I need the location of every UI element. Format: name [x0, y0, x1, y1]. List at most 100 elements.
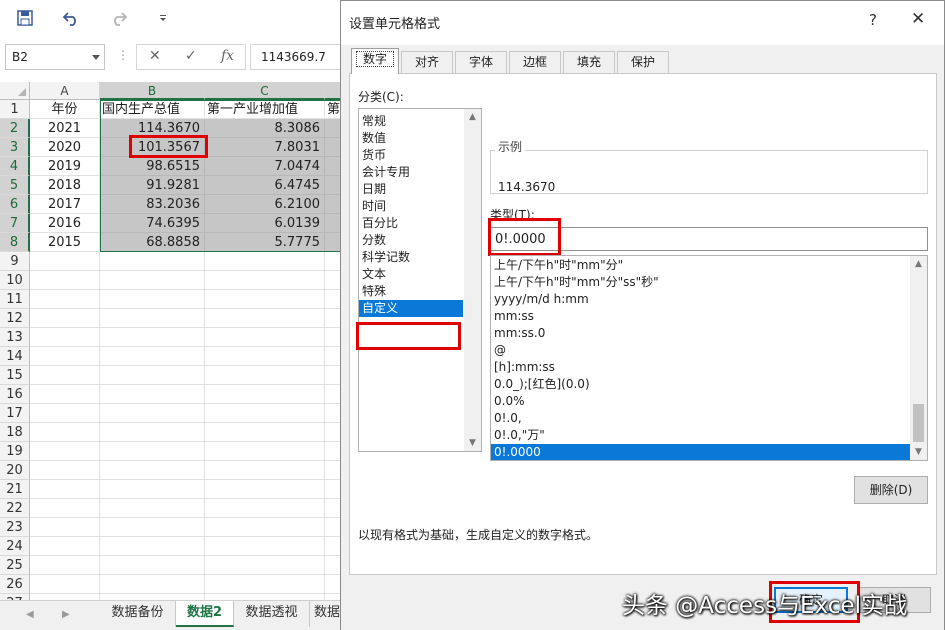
category-scrollbar[interactable]: ▲ ▼ — [464, 109, 481, 451]
row-header[interactable]: 4 — [0, 157, 30, 176]
format-item[interactable]: 0!.0, — [491, 410, 910, 427]
cell[interactable]: 7.8031 — [205, 138, 325, 157]
format-item[interactable]: [h]:mm:ss — [491, 359, 910, 376]
cell[interactable] — [100, 556, 205, 575]
column-header-b[interactable]: B — [100, 82, 205, 100]
row-header[interactable]: 6 — [0, 195, 30, 214]
type-input[interactable] — [490, 227, 928, 251]
cell[interactable] — [100, 461, 205, 480]
row-header[interactable]: 3 — [0, 138, 30, 157]
category-item[interactable]: 常规 — [359, 113, 463, 130]
tab-border[interactable]: 边框 — [509, 51, 561, 73]
cell[interactable]: 2015 — [30, 233, 100, 252]
cell[interactable]: 第一产业增加值 — [205, 100, 325, 119]
row-header[interactable]: 12 — [0, 309, 30, 328]
cell[interactable] — [30, 442, 100, 461]
cell[interactable] — [100, 423, 205, 442]
row-header[interactable]: 26 — [0, 575, 30, 594]
chevron-down-icon[interactable] — [92, 55, 100, 60]
cell[interactable]: 国内生产总值 — [100, 100, 205, 119]
cell[interactable] — [205, 423, 325, 442]
row-header[interactable]: 9 — [0, 252, 30, 271]
category-item[interactable]: 会计专用 — [359, 164, 463, 181]
format-item[interactable]: 0!.0000 — [491, 444, 910, 460]
row-header[interactable]: 13 — [0, 328, 30, 347]
cell[interactable] — [100, 404, 205, 423]
tab-number[interactable]: 数字 — [351, 48, 399, 74]
row-header[interactable]: 8 — [0, 233, 30, 252]
cell[interactable] — [205, 499, 325, 518]
cell[interactable] — [100, 385, 205, 404]
tab-fill[interactable]: 填充 — [563, 51, 615, 73]
column-header-a[interactable]: A — [30, 82, 100, 100]
cell[interactable]: 年份 — [30, 100, 100, 119]
row-header[interactable]: 15 — [0, 366, 30, 385]
cell[interactable] — [205, 309, 325, 328]
cell[interactable]: 2021 — [30, 119, 100, 138]
row-header[interactable]: 24 — [0, 537, 30, 556]
category-item[interactable]: 自定义 — [359, 300, 463, 317]
cell[interactable] — [205, 556, 325, 575]
cancel-icon[interactable]: ✕ — [149, 48, 161, 64]
format-item[interactable]: yyyy/m/d h:mm — [491, 291, 910, 308]
cell[interactable] — [100, 309, 205, 328]
format-item[interactable]: mm:ss.0 — [491, 325, 910, 342]
cell[interactable]: 98.6515 — [100, 157, 205, 176]
cell[interactable] — [205, 290, 325, 309]
format-item[interactable]: 0.0_);[红色](0.0) — [491, 376, 910, 393]
cell[interactable]: 6.0139 — [205, 214, 325, 233]
cell[interactable] — [30, 385, 100, 404]
help-icon[interactable]: ? — [869, 11, 877, 29]
customize-toolbar-button[interactable] — [150, 6, 176, 30]
cell[interactable]: 2019 — [30, 157, 100, 176]
cell[interactable] — [205, 328, 325, 347]
select-all-corner[interactable] — [0, 82, 30, 100]
cell[interactable] — [100, 480, 205, 499]
cell[interactable] — [205, 575, 325, 594]
redo-button[interactable] — [106, 6, 132, 30]
cell[interactable]: 101.3567 — [100, 138, 205, 157]
cell[interactable]: 91.9281 — [100, 176, 205, 195]
cell[interactable] — [100, 328, 205, 347]
cell[interactable] — [205, 385, 325, 404]
category-item[interactable]: 时间 — [359, 198, 463, 215]
cell[interactable] — [100, 442, 205, 461]
category-item[interactable]: 科学记数 — [359, 249, 463, 266]
category-item[interactable]: 百分比 — [359, 215, 463, 232]
cell[interactable] — [100, 252, 205, 271]
row-header[interactable]: 21 — [0, 480, 30, 499]
cell[interactable] — [100, 499, 205, 518]
tab-alignment[interactable]: 对齐 — [401, 51, 453, 73]
cell[interactable] — [30, 499, 100, 518]
row-header[interactable]: 17 — [0, 404, 30, 423]
cell[interactable] — [30, 518, 100, 537]
cell[interactable] — [205, 366, 325, 385]
category-item[interactable]: 货币 — [359, 147, 463, 164]
undo-button[interactable] — [58, 6, 84, 30]
cell[interactable] — [30, 347, 100, 366]
worksheet-grid[interactable]: A B C 1 年份 国内生产总值 第一产业增加值第 2 2021 114.3670 8.30… — [0, 82, 345, 613]
row-header[interactable]: 22 — [0, 499, 30, 518]
scroll-up-icon[interactable]: ▲ — [910, 256, 927, 272]
row-header[interactable]: 19 — [0, 442, 30, 461]
cell[interactable]: 83.2036 — [100, 195, 205, 214]
delete-button[interactable]: 删除(D) — [854, 476, 928, 504]
cell[interactable]: 2018 — [30, 176, 100, 195]
sheet-tab-pivot[interactable]: 数据透视 — [234, 601, 310, 627]
format-item[interactable]: 0!.0,"万" — [491, 427, 910, 444]
cell[interactable] — [205, 518, 325, 537]
format-code-list[interactable]: 上午/下午h"时"mm"分" 上午/下午h"时"mm"分"ss"秒" yyyy/m/… — [490, 255, 928, 461]
format-item[interactable]: 上午/下午h"时"mm"分" — [491, 257, 910, 274]
format-item[interactable]: @ — [491, 342, 910, 359]
cell[interactable] — [30, 480, 100, 499]
cell[interactable]: 7.0474 — [205, 157, 325, 176]
cell[interactable]: 2017 — [30, 195, 100, 214]
cell[interactable]: 6.2100 — [205, 195, 325, 214]
cell[interactable] — [205, 347, 325, 366]
save-button[interactable] — [12, 6, 38, 30]
cell[interactable] — [30, 309, 100, 328]
enter-icon[interactable]: ✓ — [185, 48, 197, 64]
cell[interactable] — [205, 442, 325, 461]
tab-font[interactable]: 字体 — [455, 51, 507, 73]
scroll-down-icon[interactable]: ▼ — [910, 444, 927, 460]
